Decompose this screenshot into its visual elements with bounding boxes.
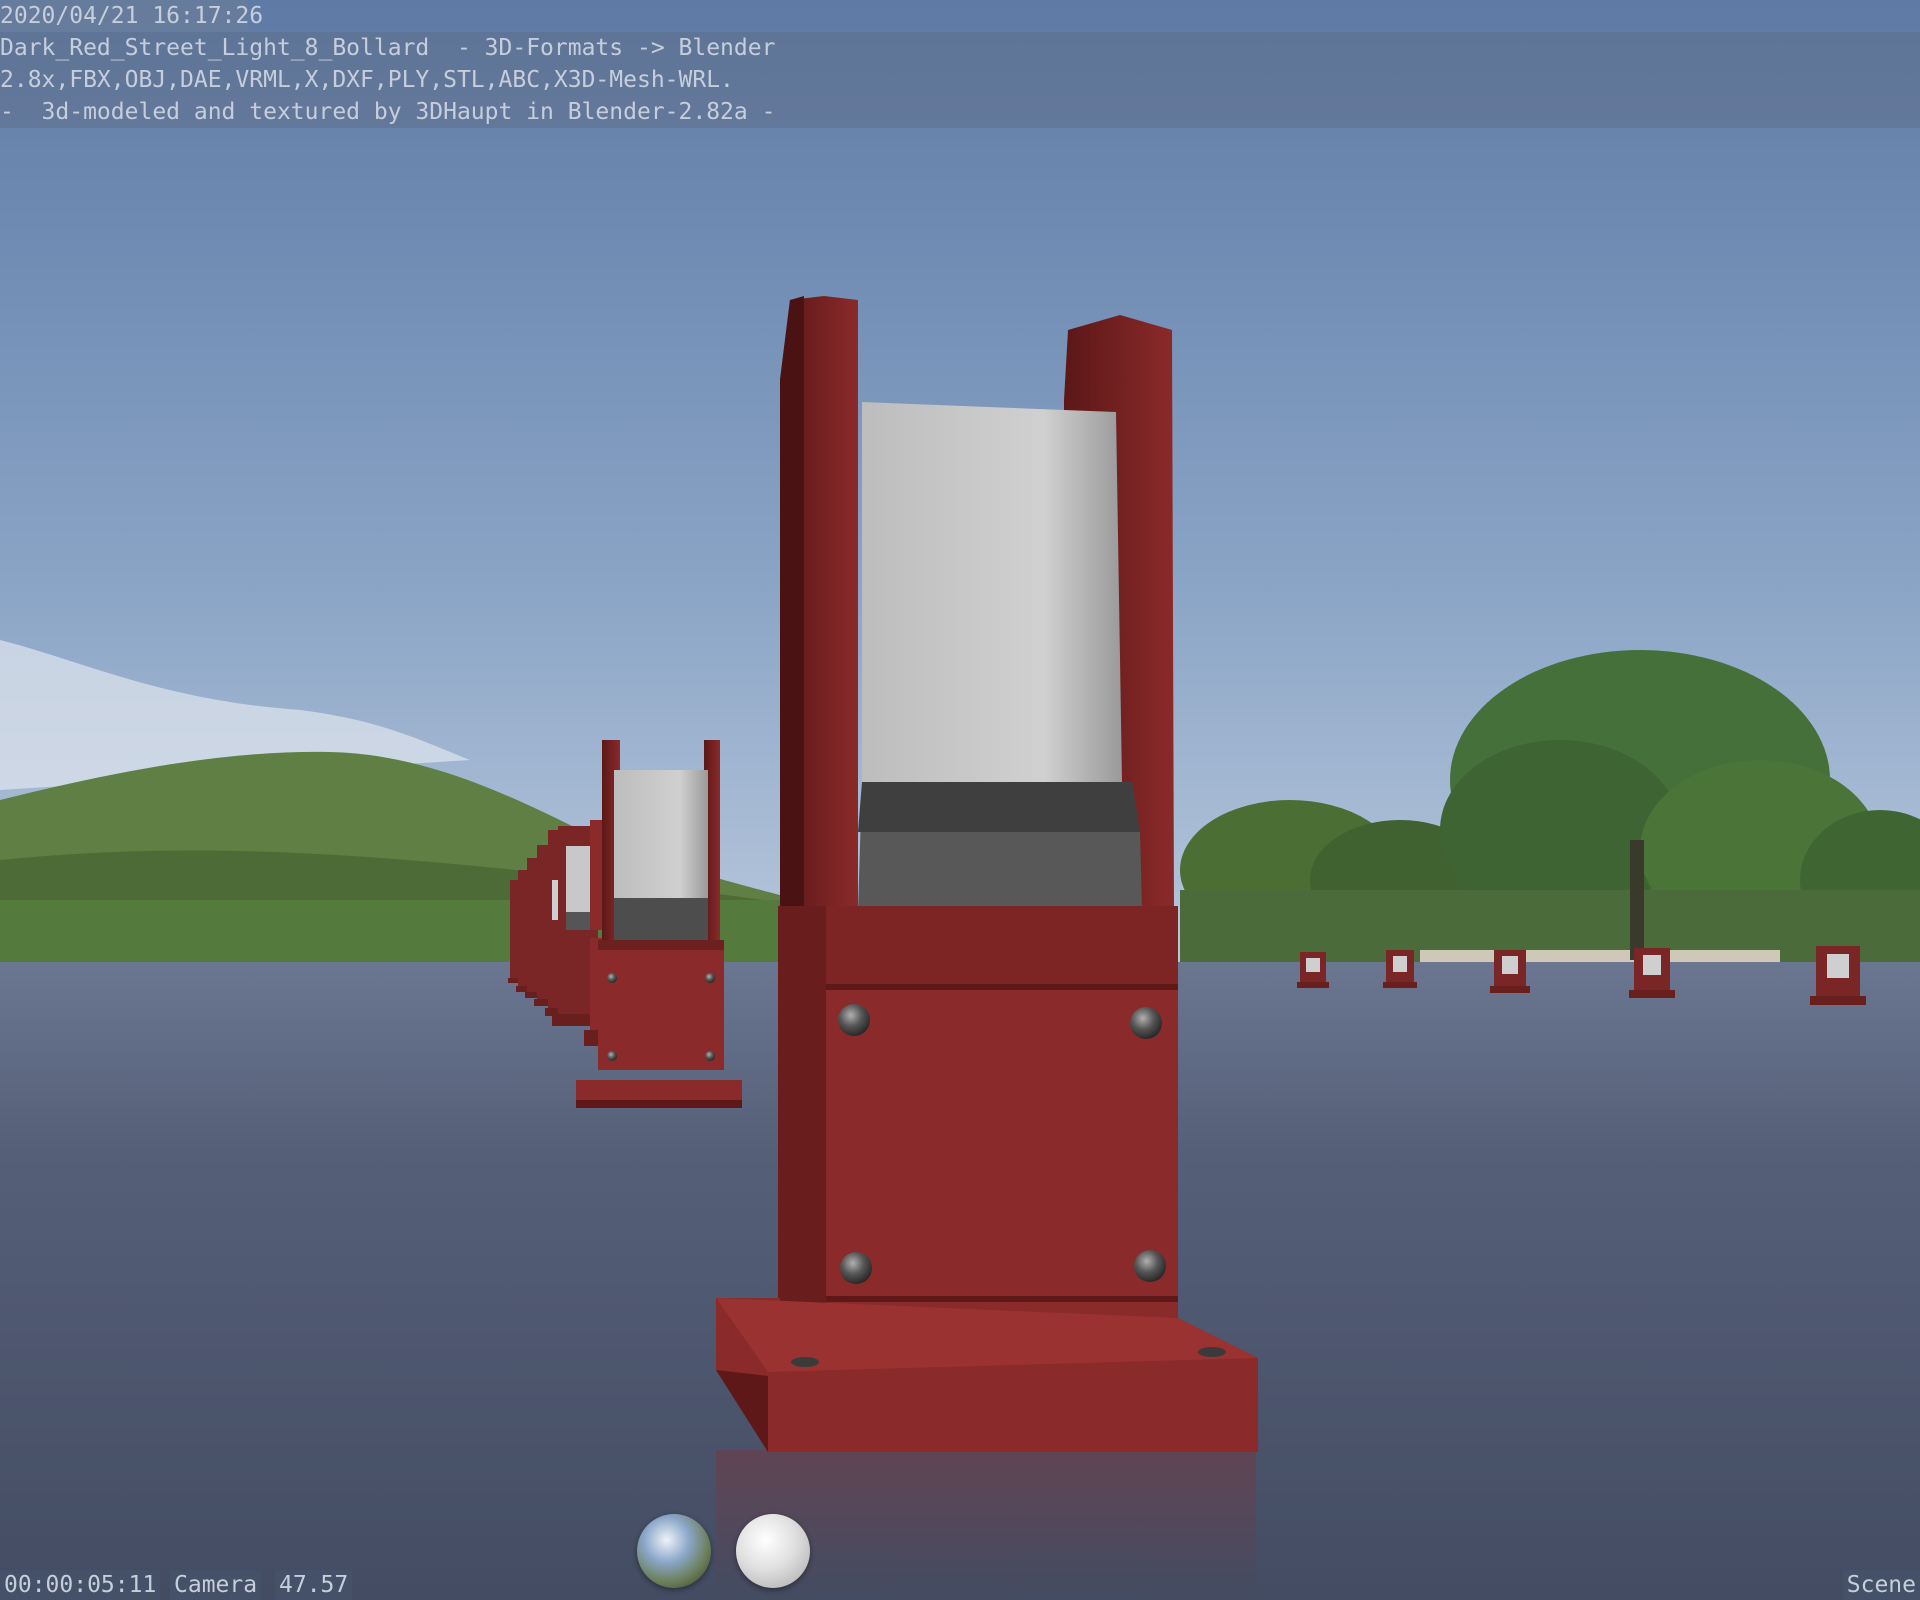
stamp-date: 2020/04/21 16:17:26: [0, 0, 263, 32]
camera-name: Camera: [170, 1570, 262, 1600]
render-viewport: [0, 0, 1920, 1600]
stamp-note: Dark_Red_Street_Light_8_Bollard - 3D-For…: [0, 35, 776, 125]
frame-timecode: 00:00:05:11: [0, 1570, 161, 1600]
lens-value: 47.57: [275, 1570, 353, 1600]
footer-bar: 00:00:05:11 Camera 47.57 Scene: [0, 1570, 1920, 1600]
stamp-note-block: Dark_Red_Street_Light_8_Bollard - 3D-For…: [0, 32, 1920, 128]
render-stamp: 2020/04/21 16:17:26 Dark_Red_Street_Ligh…: [0, 0, 1920, 128]
scene-name: Scene: [1842, 1570, 1920, 1600]
